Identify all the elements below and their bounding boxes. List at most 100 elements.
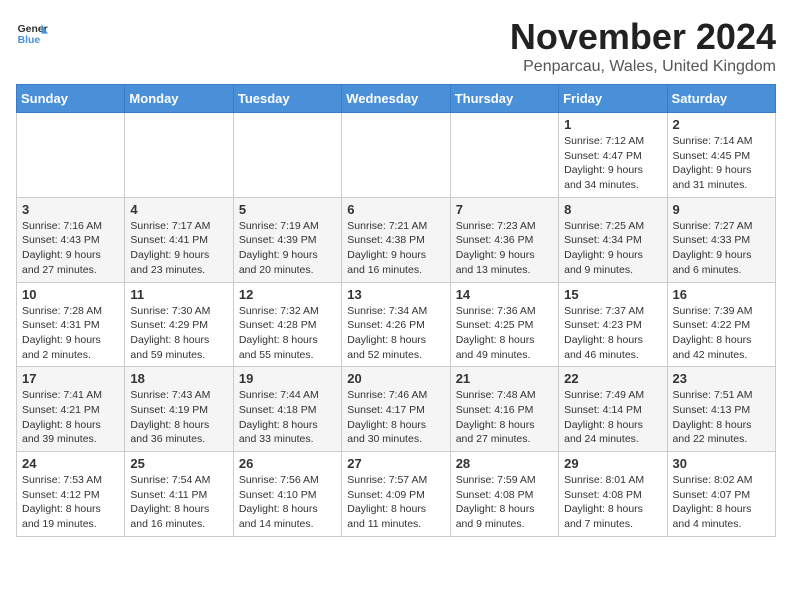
calendar-cell: 10 Sunrise: 7:28 AM Sunset: 4:31 PM Dayli…: [17, 282, 125, 367]
calendar-subtitle: Penparcau, Wales, United Kingdom: [510, 58, 776, 76]
calendar-title: November 2024: [510, 16, 776, 58]
day-of-week-header: Friday: [559, 85, 667, 113]
calendar-week-row: 10 Sunrise: 7:28 AM Sunset: 4:31 PM Dayli…: [17, 282, 776, 367]
day-number: 5: [239, 202, 336, 217]
calendar-cell: 20 Sunrise: 7:46 AM Sunset: 4:17 PM Dayli…: [342, 367, 450, 452]
calendar-cell: 21 Sunrise: 7:48 AM Sunset: 4:16 PM Dayli…: [450, 367, 558, 452]
day-number: 23: [673, 371, 770, 386]
calendar-cell: 22 Sunrise: 7:49 AM Sunset: 4:14 PM Dayli…: [559, 367, 667, 452]
title-section: November 2024 Penparcau, Wales, United K…: [510, 16, 776, 76]
calendar-cell: 12Sunrise: 7:32 AM Sunset: 4:28 PM Dayli…: [233, 282, 341, 367]
day-number: 29: [564, 456, 661, 471]
day-of-week-header: Sunday: [17, 85, 125, 113]
day-info: Sunrise: 7:43 AM Sunset: 4:19 PM Dayligh…: [130, 388, 227, 447]
day-of-week-header: Monday: [125, 85, 233, 113]
day-number: 15: [564, 287, 661, 302]
day-of-week-header: Wednesday: [342, 85, 450, 113]
calendar-cell: 19Sunrise: 7:44 AM Sunset: 4:18 PM Dayli…: [233, 367, 341, 452]
day-info: Sunrise: 8:02 AM Sunset: 4:07 PM Dayligh…: [673, 473, 770, 532]
calendar-cell: 17 Sunrise: 7:41 AM Sunset: 4:21 PM Dayli…: [17, 367, 125, 452]
calendar-cell: 25Sunrise: 7:54 AM Sunset: 4:11 PM Dayli…: [125, 452, 233, 537]
calendar-cell: 11 Sunrise: 7:30 AM Sunset: 4:29 PM Dayli…: [125, 282, 233, 367]
day-number: 18: [130, 371, 227, 386]
day-number: 8: [564, 202, 661, 217]
calendar-cell: 1 Sunrise: 7:12 AM Sunset: 4:47 PM Daylig…: [559, 113, 667, 198]
day-of-week-header: Saturday: [667, 85, 775, 113]
calendar-cell: 28Sunrise: 7:59 AM Sunset: 4:08 PM Dayli…: [450, 452, 558, 537]
calendar-cell: 30 Sunrise: 8:02 AM Sunset: 4:07 PM Dayli…: [667, 452, 775, 537]
day-number: 24: [22, 456, 119, 471]
calendar-cell: [342, 113, 450, 198]
day-info: Sunrise: 7:39 AM Sunset: 4:22 PM Dayligh…: [673, 304, 770, 363]
day-info: Sunrise: 7:34 AM Sunset: 4:26 PM Dayligh…: [347, 304, 444, 363]
calendar-cell: 13 Sunrise: 7:34 AM Sunset: 4:26 PM Dayli…: [342, 282, 450, 367]
calendar-table: SundayMondayTuesdayWednesdayThursdayFrid…: [16, 84, 776, 537]
calendar-cell: 16 Sunrise: 7:39 AM Sunset: 4:22 PM Dayli…: [667, 282, 775, 367]
calendar-cell: 5 Sunrise: 7:19 AM Sunset: 4:39 PM Daylig…: [233, 197, 341, 282]
day-info: Sunrise: 8:01 AM Sunset: 4:08 PM Dayligh…: [564, 473, 661, 532]
calendar-cell: 8 Sunrise: 7:25 AM Sunset: 4:34 PM Daylig…: [559, 197, 667, 282]
day-info: Sunrise: 7:53 AM Sunset: 4:12 PM Dayligh…: [22, 473, 119, 532]
calendar-cell: 14Sunrise: 7:36 AM Sunset: 4:25 PM Dayli…: [450, 282, 558, 367]
day-info: Sunrise: 7:28 AM Sunset: 4:31 PM Dayligh…: [22, 304, 119, 363]
calendar-cell: 26 Sunrise: 7:56 AM Sunset: 4:10 PM Dayli…: [233, 452, 341, 537]
day-info: Sunrise: 7:12 AM Sunset: 4:47 PM Dayligh…: [564, 134, 661, 193]
day-info: Sunrise: 7:51 AM Sunset: 4:13 PM Dayligh…: [673, 388, 770, 447]
calendar-cell: 4Sunrise: 7:17 AM Sunset: 4:41 PM Daylig…: [125, 197, 233, 282]
day-number: 14: [456, 287, 553, 302]
calendar-cell: 23 Sunrise: 7:51 AM Sunset: 4:13 PM Dayli…: [667, 367, 775, 452]
calendar-week-row: 3Sunrise: 7:16 AM Sunset: 4:43 PM Daylig…: [17, 197, 776, 282]
day-number: 21: [456, 371, 553, 386]
day-number: 11: [130, 287, 227, 302]
day-number: 1: [564, 117, 661, 132]
day-number: 9: [673, 202, 770, 217]
day-number: 10: [22, 287, 119, 302]
day-number: 20: [347, 371, 444, 386]
day-info: Sunrise: 7:30 AM Sunset: 4:29 PM Dayligh…: [130, 304, 227, 363]
generalblue-logo-icon: General Blue: [16, 16, 48, 48]
day-info: Sunrise: 7:37 AM Sunset: 4:23 PM Dayligh…: [564, 304, 661, 363]
day-info: Sunrise: 7:23 AM Sunset: 4:36 PM Dayligh…: [456, 219, 553, 278]
calendar-cell: [125, 113, 233, 198]
day-info: Sunrise: 7:59 AM Sunset: 4:08 PM Dayligh…: [456, 473, 553, 532]
calendar-cell: 6Sunrise: 7:21 AM Sunset: 4:38 PM Daylig…: [342, 197, 450, 282]
day-number: 22: [564, 371, 661, 386]
day-number: 17: [22, 371, 119, 386]
day-number: 30: [673, 456, 770, 471]
calendar-cell: [17, 113, 125, 198]
calendar-cell: 15 Sunrise: 7:37 AM Sunset: 4:23 PM Dayli…: [559, 282, 667, 367]
day-info: Sunrise: 7:25 AM Sunset: 4:34 PM Dayligh…: [564, 219, 661, 278]
calendar-cell: 24 Sunrise: 7:53 AM Sunset: 4:12 PM Dayli…: [17, 452, 125, 537]
day-info: Sunrise: 7:27 AM Sunset: 4:33 PM Dayligh…: [673, 219, 770, 278]
day-number: 16: [673, 287, 770, 302]
calendar-cell: 27Sunrise: 7:57 AM Sunset: 4:09 PM Dayli…: [342, 452, 450, 537]
day-info: Sunrise: 7:41 AM Sunset: 4:21 PM Dayligh…: [22, 388, 119, 447]
day-number: 27: [347, 456, 444, 471]
day-info: Sunrise: 7:17 AM Sunset: 4:41 PM Dayligh…: [130, 219, 227, 278]
day-of-week-header: Tuesday: [233, 85, 341, 113]
day-number: 26: [239, 456, 336, 471]
calendar-cell: 7Sunrise: 7:23 AM Sunset: 4:36 PM Daylig…: [450, 197, 558, 282]
day-info: Sunrise: 7:46 AM Sunset: 4:17 PM Dayligh…: [347, 388, 444, 447]
svg-text:Blue: Blue: [18, 35, 41, 46]
calendar-cell: 3Sunrise: 7:16 AM Sunset: 4:43 PM Daylig…: [17, 197, 125, 282]
day-number: 3: [22, 202, 119, 217]
calendar-header-row: SundayMondayTuesdayWednesdayThursdayFrid…: [17, 85, 776, 113]
day-info: Sunrise: 7:14 AM Sunset: 4:45 PM Dayligh…: [673, 134, 770, 193]
day-info: Sunrise: 7:19 AM Sunset: 4:39 PM Dayligh…: [239, 219, 336, 278]
day-info: Sunrise: 7:54 AM Sunset: 4:11 PM Dayligh…: [130, 473, 227, 532]
calendar-week-row: 17 Sunrise: 7:41 AM Sunset: 4:21 PM Dayli…: [17, 367, 776, 452]
day-info: Sunrise: 7:49 AM Sunset: 4:14 PM Dayligh…: [564, 388, 661, 447]
calendar-week-row: 24 Sunrise: 7:53 AM Sunset: 4:12 PM Dayli…: [17, 452, 776, 537]
day-of-week-header: Thursday: [450, 85, 558, 113]
calendar-cell: [450, 113, 558, 198]
day-number: 13: [347, 287, 444, 302]
day-number: 6: [347, 202, 444, 217]
logo: General Blue: [16, 16, 48, 48]
day-info: Sunrise: 7:56 AM Sunset: 4:10 PM Dayligh…: [239, 473, 336, 532]
calendar-week-row: 1 Sunrise: 7:12 AM Sunset: 4:47 PM Daylig…: [17, 113, 776, 198]
day-info: Sunrise: 7:48 AM Sunset: 4:16 PM Dayligh…: [456, 388, 553, 447]
day-number: 12: [239, 287, 336, 302]
day-number: 19: [239, 371, 336, 386]
calendar-cell: 18 Sunrise: 7:43 AM Sunset: 4:19 PM Dayli…: [125, 367, 233, 452]
